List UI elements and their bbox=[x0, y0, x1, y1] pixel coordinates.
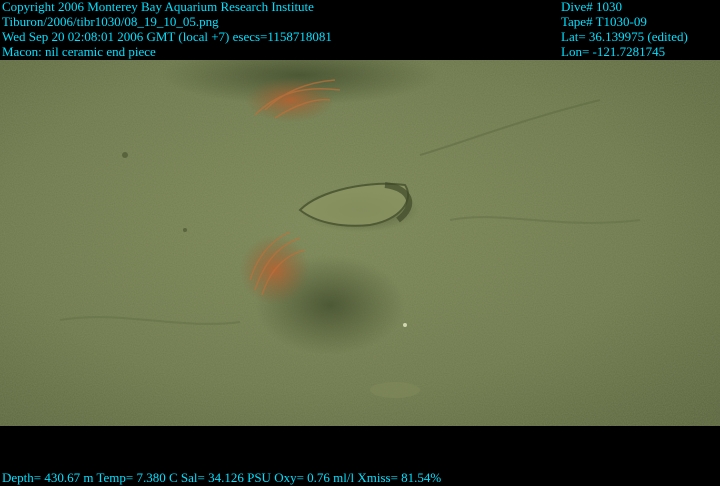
metadata-right: Dive# 1030 Tape# T1030-09 Lat= 36.139975… bbox=[561, 0, 688, 59]
metadata-left: Copyright 2006 Monterey Bay Aquarium Res… bbox=[2, 0, 332, 59]
small-pebble-2 bbox=[122, 152, 128, 158]
dive-number: Dive# 1030 bbox=[561, 0, 623, 14]
longitude: Lon= -121.7281745 bbox=[561, 44, 666, 59]
sediment-mound bbox=[370, 382, 420, 398]
copyright-line: Copyright 2006 Monterey Bay Aquarium Res… bbox=[2, 0, 314, 14]
sediment-texture bbox=[0, 60, 720, 426]
small-pebble-3 bbox=[183, 228, 187, 232]
file-path-line: Tiburon/2006/tibr1030/08_19_10_05.png bbox=[2, 14, 219, 29]
tape-number: Tape# T1030-09 bbox=[561, 14, 647, 29]
annotation-line: Macon: nil ceramic end piece bbox=[2, 44, 156, 59]
seafloor-video-frame bbox=[0, 60, 720, 426]
timestamp-line: Wed Sep 20 02:08:01 2006 GMT (local +7) … bbox=[2, 29, 332, 44]
seafloor-scene bbox=[0, 60, 720, 426]
latitude: Lat= 36.139975 (edited) bbox=[561, 29, 688, 44]
sensor-readout: Depth= 430.67 m Temp= 7.380 C Sal= 34.12… bbox=[2, 470, 442, 485]
small-pebble-1 bbox=[403, 323, 407, 327]
